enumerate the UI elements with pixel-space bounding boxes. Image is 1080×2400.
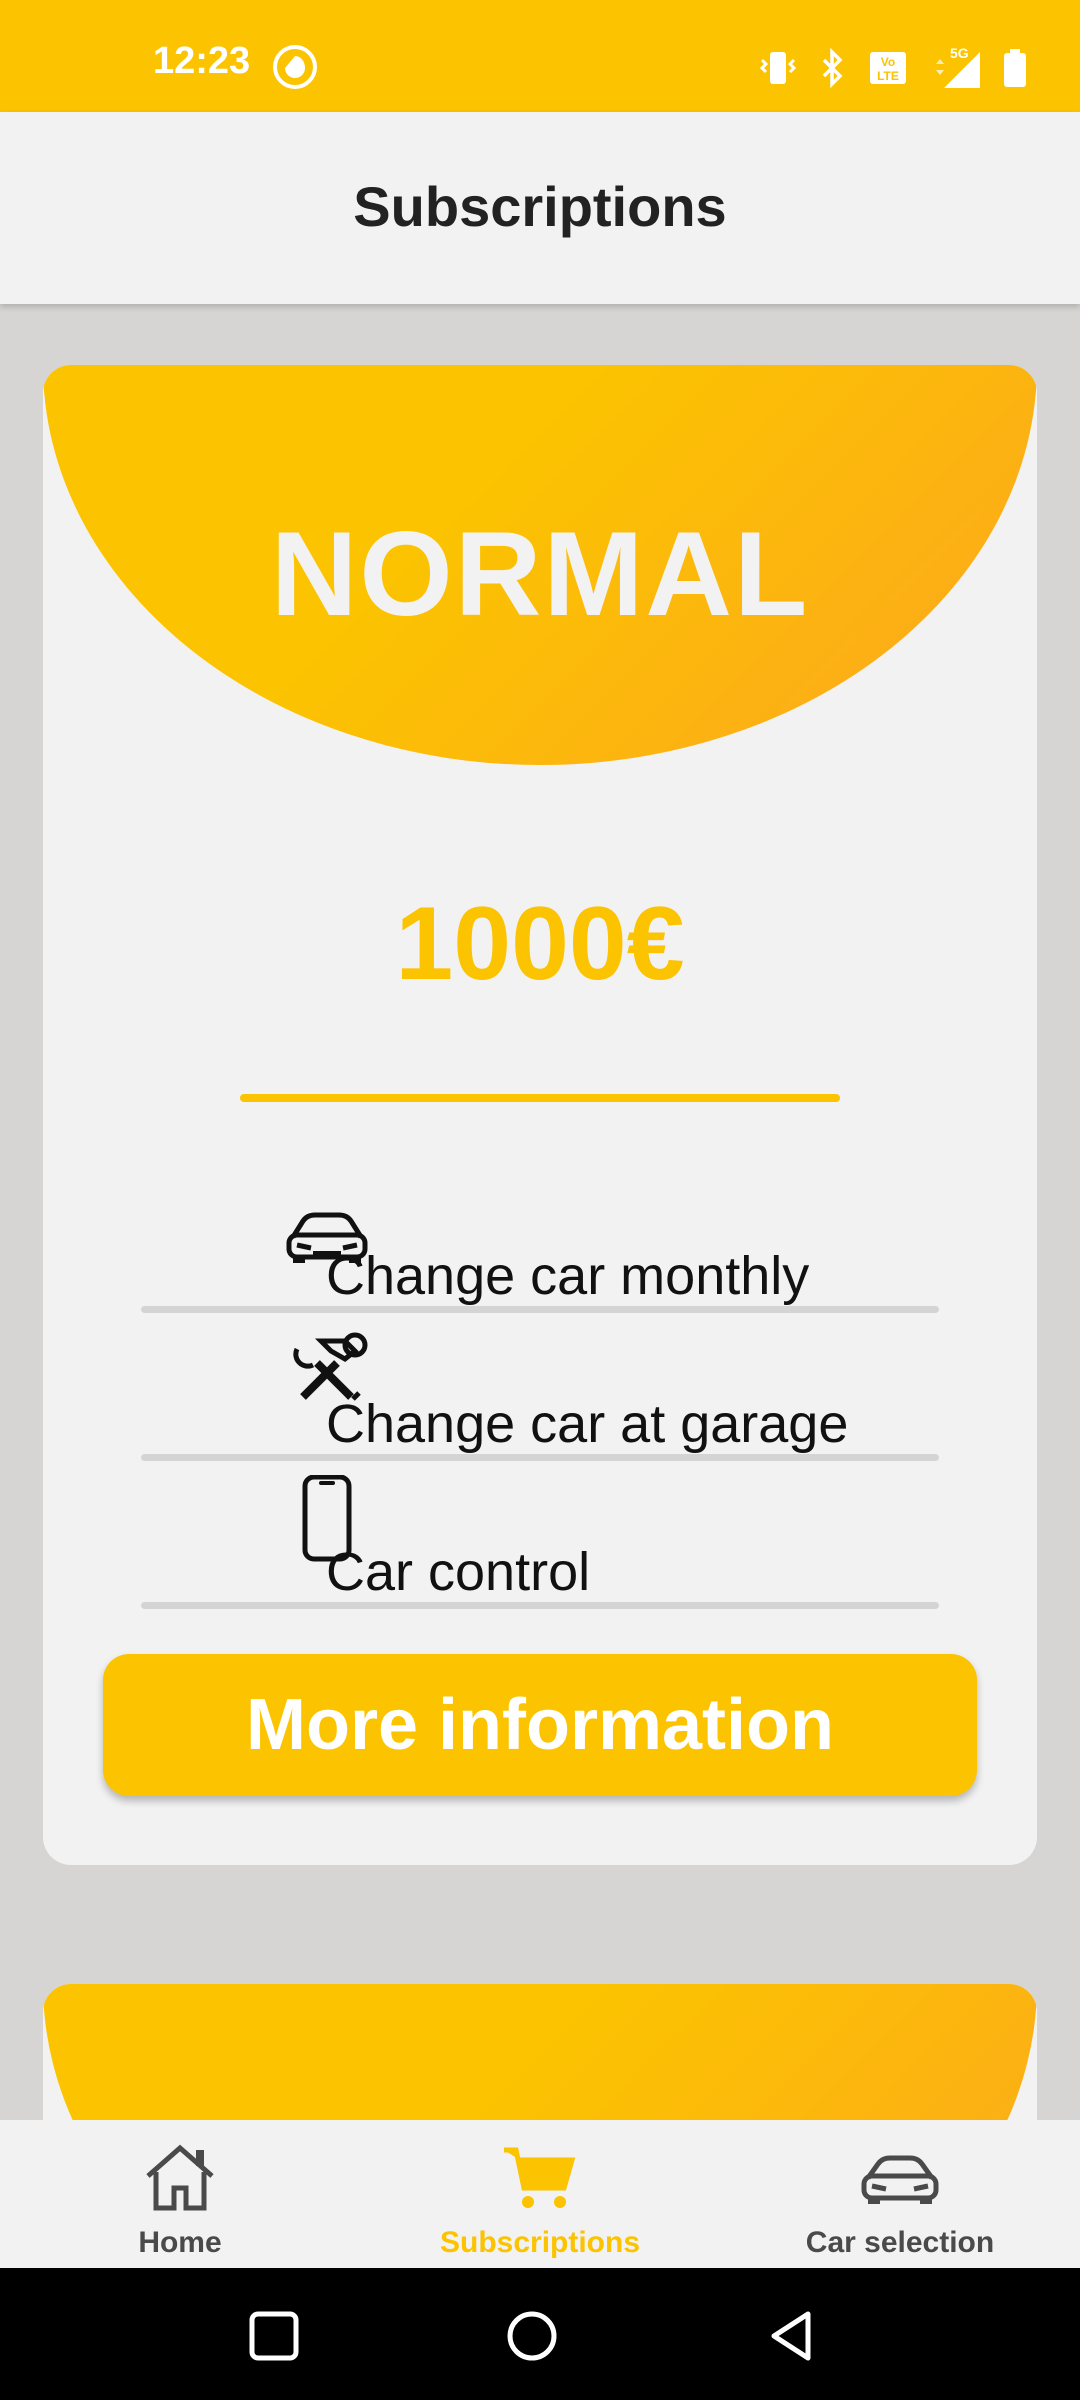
app-bar: Subscriptions <box>0 112 1080 304</box>
home-icon <box>146 2144 214 2211</box>
volte-icon: Vo LTE <box>870 52 906 84</box>
plan-header: NORMAL <box>43 365 1037 765</box>
plan-name: NORMAL <box>270 507 810 641</box>
divider <box>141 1602 939 1609</box>
nav-label: Home <box>138 2226 222 2259</box>
subscriptions-list[interactable]: NORMAL 1000€ Change car monthly Change c… <box>0 304 1080 2120</box>
feature-label: Change car at garage <box>326 1394 849 1454</box>
battery-icon <box>1004 49 1026 87</box>
nav-label: Car selection <box>805 2226 995 2259</box>
home-button-icon[interactable] <box>504 2308 560 2364</box>
nav-label: Subscriptions <box>439 2226 641 2259</box>
vibrate-icon <box>759 52 797 84</box>
nav-item-subscriptions[interactable]: Subscriptions <box>360 2120 720 2268</box>
status-time: 12:23 <box>153 40 251 82</box>
subscription-card <box>43 1984 1037 2120</box>
nav-item-car-selection[interactable]: Car selection <box>720 2120 1080 2268</box>
car-icon <box>861 2155 939 2204</box>
plan-header <box>43 1984 1037 2120</box>
feature-row: Change car monthly <box>141 1165 939 1313</box>
feature-label: Car control <box>326 1542 591 1602</box>
feature-label: Change car monthly <box>326 1246 810 1306</box>
status-icons: Vo LTE 5G <box>758 46 1028 90</box>
divider <box>141 1454 939 1461</box>
signal-5g-icon: 5G <box>936 46 980 88</box>
svg-text:Vo: Vo <box>881 55 895 69</box>
system-navigation-bar <box>0 2268 1080 2400</box>
bottom-navigation: Home Subscriptions Car selection <box>0 2120 1080 2268</box>
price-underline <box>240 1094 840 1102</box>
svg-text:5G: 5G <box>950 46 969 61</box>
face-icon <box>273 45 317 89</box>
status-bar: 12:23 Vo LTE 5G <box>0 0 1080 112</box>
more-information-button[interactable]: More information <box>103 1654 977 1796</box>
bluetooth-icon <box>822 48 843 88</box>
divider <box>141 1306 939 1313</box>
svg-text:LTE: LTE <box>877 69 899 83</box>
plan-price: 1000€ <box>395 886 685 1002</box>
recents-icon[interactable] <box>246 2308 302 2364</box>
page-title: Subscriptions <box>353 175 727 238</box>
feature-row: Change car at garage <box>141 1313 939 1461</box>
nav-item-home[interactable]: Home <box>0 2120 360 2268</box>
feature-row: Car control <box>141 1461 939 1609</box>
subscription-card: NORMAL 1000€ Change car monthly Change c… <box>43 365 1037 1865</box>
cart-icon <box>504 2147 576 2208</box>
back-icon[interactable] <box>764 2308 820 2364</box>
